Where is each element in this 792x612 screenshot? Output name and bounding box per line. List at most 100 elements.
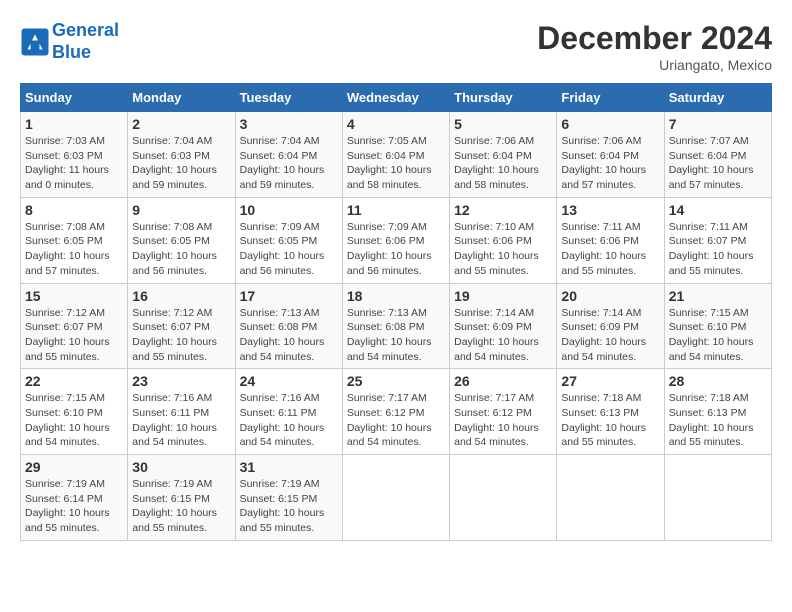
table-row: 11 Sunrise: 7:09 AM Sunset: 6:06 PM Dayli… <box>342 197 449 283</box>
table-row <box>342 455 449 541</box>
header-thursday: Thursday <box>450 84 557 112</box>
day-number: 28 <box>669 373 767 389</box>
table-row: 31 Sunrise: 7:19 AM Sunset: 6:15 PM Dayli… <box>235 455 342 541</box>
calendar-week-row: 15 Sunrise: 7:12 AM Sunset: 6:07 PM Dayli… <box>21 283 772 369</box>
day-number: 13 <box>561 202 659 218</box>
day-number: 11 <box>347 202 445 218</box>
table-row: 27Sunrise: 7:18 AM Sunset: 6:13 PM Dayli… <box>557 369 664 455</box>
day-number: 12 <box>454 202 552 218</box>
day-number: 23 <box>132 373 230 389</box>
table-row <box>664 455 771 541</box>
title-block: December 2024 Uriangato, Mexico <box>537 20 772 73</box>
table-row: 25 Sunrise: 7:17 AM Sunset: 6:12 PM Dayli… <box>342 369 449 455</box>
day-number: 14 <box>669 202 767 218</box>
header-friday: Friday <box>557 84 664 112</box>
table-row: 4Sunrise: 7:05 AM Sunset: 6:04 PM Daylig… <box>342 112 449 198</box>
day-number: 7 <box>669 116 767 132</box>
calendar-week-row: 1 Sunrise: 7:03 AM Sunset: 6:03 PM Daylig… <box>21 112 772 198</box>
calendar-week-row: 8 Sunrise: 7:08 AM Sunset: 6:05 PM Daylig… <box>21 197 772 283</box>
day-info: Sunrise: 7:17 AM Sunset: 6:12 PM Dayligh… <box>454 391 552 450</box>
day-info: Sunrise: 7:13 AM Sunset: 6:08 PM Dayligh… <box>240 306 338 365</box>
day-number: 17 <box>240 288 338 304</box>
day-info: Sunrise: 7:04 AM Sunset: 6:04 PM Dayligh… <box>240 134 338 193</box>
calendar-week-row: 22 Sunrise: 7:15 AM Sunset: 6:10 PM Dayli… <box>21 369 772 455</box>
day-number: 25 <box>347 373 445 389</box>
day-info: Sunrise: 7:09 AM Sunset: 6:06 PM Dayligh… <box>347 220 445 279</box>
day-info: Sunrise: 7:17 AM Sunset: 6:12 PM Dayligh… <box>347 391 445 450</box>
day-info: Sunrise: 7:03 AM Sunset: 6:03 PM Dayligh… <box>25 134 123 193</box>
table-row: 17 Sunrise: 7:13 AM Sunset: 6:08 PM Dayli… <box>235 283 342 369</box>
table-row: 15 Sunrise: 7:12 AM Sunset: 6:07 PM Dayli… <box>21 283 128 369</box>
table-row: 10 Sunrise: 7:09 AM Sunset: 6:05 PM Dayli… <box>235 197 342 283</box>
table-row: 21Sunrise: 7:15 AM Sunset: 6:10 PM Dayli… <box>664 283 771 369</box>
table-row: 12 Sunrise: 7:10 AM Sunset: 6:06 PM Dayli… <box>450 197 557 283</box>
day-number: 6 <box>561 116 659 132</box>
day-number: 26 <box>454 373 552 389</box>
day-number: 18 <box>347 288 445 304</box>
calendar-table: Sunday Monday Tuesday Wednesday Thursday… <box>20 83 772 541</box>
table-row: 16 Sunrise: 7:12 AM Sunset: 6:07 PM Dayli… <box>128 283 235 369</box>
day-info: Sunrise: 7:12 AM Sunset: 6:07 PM Dayligh… <box>25 306 123 365</box>
table-row: 28Sunrise: 7:18 AM Sunset: 6:13 PM Dayli… <box>664 369 771 455</box>
table-row: 29 Sunrise: 7:19 AM Sunset: 6:14 PM Dayli… <box>21 455 128 541</box>
day-info: Sunrise: 7:19 AM Sunset: 6:14 PM Dayligh… <box>25 477 123 536</box>
table-row: 7 Sunrise: 7:07 AM Sunset: 6:04 PM Daylig… <box>664 112 771 198</box>
header-saturday: Saturday <box>664 84 771 112</box>
table-row <box>450 455 557 541</box>
day-number: 29 <box>25 459 123 475</box>
logo-icon <box>20 27 50 57</box>
day-info: Sunrise: 7:16 AM Sunset: 6:11 PM Dayligh… <box>132 391 230 450</box>
day-number: 31 <box>240 459 338 475</box>
table-row: 23 Sunrise: 7:16 AM Sunset: 6:11 PM Dayli… <box>128 369 235 455</box>
logo-line1: General <box>52 20 119 40</box>
day-number: 20 <box>561 288 659 304</box>
day-number: 19 <box>454 288 552 304</box>
logo-text: General Blue <box>52 20 119 63</box>
table-row: 3 Sunrise: 7:04 AM Sunset: 6:04 PM Daylig… <box>235 112 342 198</box>
day-info: Sunrise: 7:06 AM Sunset: 6:04 PM Dayligh… <box>561 134 659 193</box>
table-row: 26 Sunrise: 7:17 AM Sunset: 6:12 PM Dayli… <box>450 369 557 455</box>
day-info: Sunrise: 7:10 AM Sunset: 6:06 PM Dayligh… <box>454 220 552 279</box>
day-info: Sunrise: 7:14 AM Sunset: 6:09 PM Dayligh… <box>561 306 659 365</box>
location: Uriangato, Mexico <box>537 57 772 73</box>
day-info: Sunrise: 7:04 AM Sunset: 6:03 PM Dayligh… <box>132 134 230 193</box>
table-row: 8 Sunrise: 7:08 AM Sunset: 6:05 PM Daylig… <box>21 197 128 283</box>
table-row: 20 Sunrise: 7:14 AM Sunset: 6:09 PM Dayli… <box>557 283 664 369</box>
day-number: 15 <box>25 288 123 304</box>
day-number: 10 <box>240 202 338 218</box>
day-info: Sunrise: 7:15 AM Sunset: 6:10 PM Dayligh… <box>25 391 123 450</box>
day-info: Sunrise: 7:08 AM Sunset: 6:05 PM Dayligh… <box>25 220 123 279</box>
day-info: Sunrise: 7:18 AM Sunset: 6:13 PM Dayligh… <box>561 391 659 450</box>
day-number: 4 <box>347 116 445 132</box>
day-info: Sunrise: 7:13 AM Sunset: 6:08 PM Dayligh… <box>347 306 445 365</box>
day-number: 16 <box>132 288 230 304</box>
day-info: Sunrise: 7:16 AM Sunset: 6:11 PM Dayligh… <box>240 391 338 450</box>
day-number: 3 <box>240 116 338 132</box>
day-info: Sunrise: 7:11 AM Sunset: 6:07 PM Dayligh… <box>669 220 767 279</box>
day-info: Sunrise: 7:19 AM Sunset: 6:15 PM Dayligh… <box>240 477 338 536</box>
calendar-header-row: Sunday Monday Tuesday Wednesday Thursday… <box>21 84 772 112</box>
table-row: 5Sunrise: 7:06 AM Sunset: 6:04 PM Daylig… <box>450 112 557 198</box>
day-info: Sunrise: 7:15 AM Sunset: 6:10 PM Dayligh… <box>669 306 767 365</box>
header-wednesday: Wednesday <box>342 84 449 112</box>
day-number: 8 <box>25 202 123 218</box>
day-info: Sunrise: 7:08 AM Sunset: 6:05 PM Dayligh… <box>132 220 230 279</box>
day-info: Sunrise: 7:12 AM Sunset: 6:07 PM Dayligh… <box>132 306 230 365</box>
day-info: Sunrise: 7:09 AM Sunset: 6:05 PM Dayligh… <box>240 220 338 279</box>
day-info: Sunrise: 7:07 AM Sunset: 6:04 PM Dayligh… <box>669 134 767 193</box>
calendar-week-row: 29 Sunrise: 7:19 AM Sunset: 6:14 PM Dayli… <box>21 455 772 541</box>
logo-line2: Blue <box>52 42 91 62</box>
day-number: 2 <box>132 116 230 132</box>
table-row: 6 Sunrise: 7:06 AM Sunset: 6:04 PM Daylig… <box>557 112 664 198</box>
day-info: Sunrise: 7:11 AM Sunset: 6:06 PM Dayligh… <box>561 220 659 279</box>
day-number: 22 <box>25 373 123 389</box>
day-number: 24 <box>240 373 338 389</box>
table-row: 30Sunrise: 7:19 AM Sunset: 6:15 PM Dayli… <box>128 455 235 541</box>
table-row: 2 Sunrise: 7:04 AM Sunset: 6:03 PM Daylig… <box>128 112 235 198</box>
day-info: Sunrise: 7:14 AM Sunset: 6:09 PM Dayligh… <box>454 306 552 365</box>
header-tuesday: Tuesday <box>235 84 342 112</box>
table-row: 18 Sunrise: 7:13 AM Sunset: 6:08 PM Dayli… <box>342 283 449 369</box>
header-monday: Monday <box>128 84 235 112</box>
day-number: 1 <box>25 116 123 132</box>
table-row: 24 Sunrise: 7:16 AM Sunset: 6:11 PM Dayli… <box>235 369 342 455</box>
